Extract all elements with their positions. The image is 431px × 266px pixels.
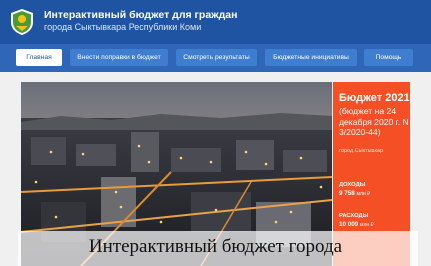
nav-help-button[interactable]: Помощь bbox=[364, 49, 413, 66]
budget-region: город Сыктывкар bbox=[339, 148, 384, 154]
site-subtitle: города Сыктывкара Республики Коми bbox=[44, 22, 202, 32]
income-label: ДОХОДЫ bbox=[339, 182, 366, 188]
budget-title: Бюджет 2021 bbox=[339, 92, 410, 104]
nav-amend-budget-button[interactable]: Внести поправки в бюджет bbox=[70, 49, 168, 66]
income-unit: млн ₽ bbox=[356, 191, 371, 197]
screen: Интерактивный бюджет для граждан города … bbox=[0, 0, 431, 266]
image-caption: Интерактивный бюджет города bbox=[88, 236, 343, 257]
site-title[interactable]: Интерактивный бюджет для граждан bbox=[44, 9, 237, 21]
site-header: Интерактивный бюджет для граждан города … bbox=[0, 0, 431, 44]
expense-unit: млн ₽ bbox=[360, 222, 374, 228]
expense-amount: 10 009 bbox=[339, 221, 359, 228]
budget-subtitle: (бюджет на 24 декабря 2020 г. N 3/2020-4… bbox=[339, 106, 409, 137]
city-coat-of-arms-icon[interactable] bbox=[9, 8, 35, 36]
main-nav: Главная Внести поправки в бюджет Смотрет… bbox=[0, 44, 431, 72]
nav-home-button[interactable]: Главная bbox=[16, 49, 62, 66]
nav-results-button[interactable]: Смотреть результаты bbox=[176, 49, 257, 66]
nav-initiatives-button[interactable]: Бюджетные инициативы bbox=[265, 49, 357, 66]
income-amount: 9 758 bbox=[339, 190, 355, 197]
expense-label: РАСХОДЫ bbox=[339, 213, 369, 219]
income-value: 9 758 млн ₽ bbox=[339, 190, 370, 197]
expense-value: 10 009 млн ₽ bbox=[339, 221, 374, 228]
